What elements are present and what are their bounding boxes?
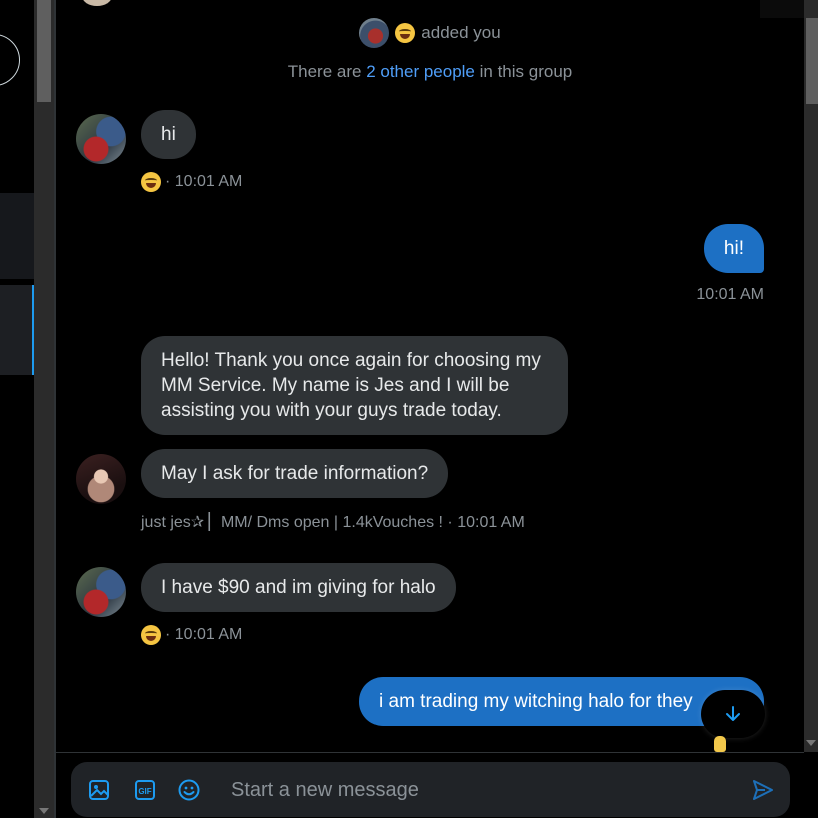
conversation-scrollbar-thumb[interactable] (806, 18, 818, 104)
thumbs-up-emoji-icon (714, 736, 726, 752)
conversation-list-item[interactable] (0, 193, 34, 279)
group-info-line: There are 2 other people in this group (56, 62, 804, 82)
list-scrollbar[interactable] (34, 0, 54, 818)
conversation-scrollbar[interactable] (804, 0, 818, 752)
emoji-icon[interactable] (177, 778, 201, 802)
scroll-down-arrow-icon[interactable] (806, 740, 816, 746)
gif-icon-label: GIF (138, 787, 151, 796)
message-bubble[interactable]: hi (141, 110, 196, 159)
joy-emoji-icon (395, 23, 416, 43)
composer-divider (56, 752, 804, 753)
conversation-pane: added you There are 2 other people in th… (56, 0, 804, 752)
profile-circle[interactable] (0, 34, 20, 86)
media-icon[interactable] (87, 778, 111, 802)
joy-emoji-icon[interactable] (141, 172, 161, 192)
sender-avatar[interactable] (76, 567, 126, 617)
sender-avatar[interactable] (76, 454, 126, 504)
scroll-to-bottom-button[interactable] (701, 690, 765, 738)
conversation-list-pane (0, 0, 34, 818)
arrow-down-icon (726, 706, 740, 721)
header-edge (760, 0, 804, 18)
message-timestamp: 10:01 AM (696, 286, 764, 303)
conversation-list-item-selected[interactable] (0, 285, 34, 375)
message-timestamp: · 10:01 AM (165, 626, 243, 643)
list-scrollbar-thumb[interactable] (37, 0, 51, 102)
send-icon[interactable] (751, 778, 775, 802)
message-bubble[interactable]: I have $90 and im giving for halo (141, 563, 456, 612)
avatar (82, 0, 112, 6)
scroll-down-arrow-icon[interactable] (39, 808, 49, 814)
joy-emoji-icon[interactable] (141, 625, 161, 645)
adder-avatar (359, 18, 390, 48)
sender-avatar[interactable] (76, 114, 126, 164)
group-members-link[interactable]: 2 other people (366, 62, 475, 81)
message-bubble-outgoing[interactable]: hi! (703, 224, 764, 273)
message-input[interactable] (231, 776, 731, 804)
system-added-message: added you (56, 18, 804, 48)
message-meta: · 10:01 AM (141, 172, 242, 192)
message-meta: · 10:01 AM (141, 625, 242, 645)
message-bubble[interactable]: May I ask for trade information? (141, 449, 449, 498)
system-added-text: added you (421, 23, 501, 42)
gif-icon[interactable]: GIF (133, 778, 157, 802)
group-info-prefix: There are (287, 62, 367, 81)
message-composer: GIF (71, 762, 790, 817)
message-timestamp: · 10:01 AM (165, 173, 243, 190)
message-sender-meta: just jes✰ ▏MM/ Dms open | 1.4kVouches ! … (141, 514, 525, 531)
message-bubble[interactable]: Hello! Thank you once again for choosing… (141, 336, 568, 435)
group-info-suffix: in this group (474, 62, 573, 81)
